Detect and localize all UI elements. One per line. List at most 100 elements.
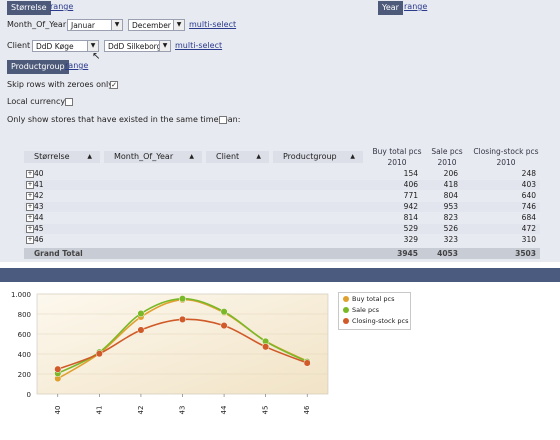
cell-stock: 684 bbox=[521, 213, 536, 222]
cell-stock: 248 bbox=[521, 169, 536, 178]
dropdown-arrow-icon[interactable]: ▼ bbox=[111, 20, 122, 30]
expand-plus-icon[interactable]: + bbox=[26, 203, 34, 211]
measure-year: 2010 bbox=[387, 158, 407, 167]
same-timespan-checkbox[interactable] bbox=[219, 116, 227, 124]
legend-dot-icon bbox=[343, 307, 349, 313]
x-tick-label: 42 bbox=[137, 406, 145, 415]
data-point bbox=[178, 295, 187, 303]
sort-triangle-icon[interactable]: ▲ bbox=[350, 151, 355, 163]
productgroup-range-link[interactable]: range bbox=[65, 60, 88, 72]
row-size: 42 bbox=[34, 191, 44, 200]
dropdown-arrow-icon[interactable]: ▼ bbox=[87, 41, 98, 51]
measure-year: 2010 bbox=[437, 158, 457, 167]
dim-header-storrelse[interactable]: Størrelse ▲ bbox=[24, 151, 100, 163]
cell-sale: 804 bbox=[443, 191, 458, 200]
skip-zero-label: Skip rows with zeroes only: bbox=[7, 80, 116, 89]
month-to-select[interactable]: December ▼ bbox=[128, 19, 185, 31]
filter-panel: Størrelse range Year range Month_Of_Year… bbox=[0, 0, 560, 262]
cell-stock: 472 bbox=[521, 224, 536, 233]
dim-header-productgroup[interactable]: Productgroup ▲ bbox=[273, 151, 363, 163]
row-size: 40 bbox=[34, 169, 44, 178]
productgroup-button[interactable]: Productgroup bbox=[7, 60, 69, 74]
expand-plus-icon[interactable]: + bbox=[26, 214, 34, 222]
table-row: + 43 942 953 746 bbox=[24, 202, 540, 212]
table-row: + 44 814 823 684 bbox=[24, 213, 540, 223]
dropdown-arrow-icon[interactable]: ▼ bbox=[173, 20, 184, 30]
measure-header-stock: Closing-stock pcs 2010 bbox=[472, 146, 540, 168]
x-tick-label: 45 bbox=[262, 406, 270, 415]
cell-buy: 154 bbox=[403, 169, 418, 178]
expand-plus-icon[interactable]: + bbox=[26, 181, 34, 189]
data-point bbox=[220, 308, 228, 316]
cell-stock: 310 bbox=[521, 235, 536, 244]
measure-name: Sale pcs bbox=[431, 147, 463, 156]
legend-dot-icon bbox=[343, 296, 349, 302]
expand-plus-icon[interactable]: + bbox=[26, 236, 34, 244]
dim-header-month[interactable]: Month_Of_Year ▲ bbox=[104, 151, 202, 163]
table-row: + 46 329 323 310 bbox=[24, 235, 540, 245]
legend-dot-icon bbox=[343, 318, 349, 324]
table-row: + 41 406 418 403 bbox=[24, 180, 540, 190]
dim-header-label: Month_Of_Year bbox=[114, 152, 174, 161]
cell-buy: 771 bbox=[403, 191, 418, 200]
local-currency-checkbox[interactable] bbox=[65, 98, 73, 106]
data-point bbox=[137, 310, 145, 318]
measure-name: Closing-stock pcs bbox=[473, 147, 539, 156]
y-tick-label: 600 bbox=[18, 331, 31, 339]
expand-plus-icon[interactable]: + bbox=[26, 192, 34, 200]
table-row: + 40 154 206 248 bbox=[24, 169, 540, 179]
expand-plus-icon[interactable]: + bbox=[26, 225, 34, 233]
table-row: + 42 771 804 640 bbox=[24, 191, 540, 201]
total-stock: 3503 bbox=[515, 249, 536, 258]
data-point bbox=[262, 343, 270, 351]
x-tick-label: 41 bbox=[95, 406, 103, 415]
client-label: Client bbox=[7, 41, 31, 50]
measure-header-sale: Sale pcs 2010 bbox=[426, 146, 468, 168]
skip-zero-checkbox[interactable]: ✓ bbox=[110, 81, 118, 89]
sort-triangle-icon[interactable]: ▲ bbox=[189, 151, 194, 163]
y-tick-label: 0 bbox=[27, 391, 31, 399]
cell-buy: 329 bbox=[403, 235, 418, 244]
cell-sale: 418 bbox=[443, 180, 458, 189]
year-button[interactable]: Year bbox=[378, 1, 403, 15]
dropdown-arrow-icon[interactable]: ▼ bbox=[159, 41, 170, 51]
sort-triangle-icon[interactable]: ▲ bbox=[256, 151, 261, 163]
chart-legend: Buy total pcs Sale pcs Closing-stock pcs bbox=[338, 292, 411, 330]
legend-label: Buy total pcs bbox=[352, 295, 395, 303]
month-from-select[interactable]: Januar ▼ bbox=[67, 19, 123, 31]
dim-header-label: Størrelse bbox=[34, 152, 70, 161]
chart-header-bar bbox=[0, 268, 560, 282]
client-to-value: DdD Silkeborg bbox=[108, 42, 162, 51]
row-size: 45 bbox=[34, 224, 44, 233]
total-buy: 3945 bbox=[397, 249, 418, 258]
table-row: + 45 529 526 472 bbox=[24, 224, 540, 234]
data-point bbox=[178, 315, 187, 323]
same-timespan-label: Only show stores that have existed in th… bbox=[7, 115, 241, 124]
storrelse-range-link[interactable]: range bbox=[50, 1, 73, 13]
month-to-value: December bbox=[132, 21, 171, 30]
sort-triangle-icon[interactable]: ▲ bbox=[87, 151, 92, 163]
cell-stock: 403 bbox=[521, 180, 536, 189]
measure-header-buy: Buy total pcs 2010 bbox=[370, 146, 424, 168]
data-point bbox=[303, 359, 311, 367]
cell-buy: 406 bbox=[403, 180, 418, 189]
cell-buy: 814 bbox=[403, 213, 418, 222]
client-to-select[interactable]: DdD Silkeborg ▼ bbox=[104, 40, 171, 52]
cell-stock: 746 bbox=[521, 202, 536, 211]
client-multiselect-link[interactable]: multi-select bbox=[175, 40, 222, 52]
cell-sale: 323 bbox=[443, 235, 458, 244]
checkmark-icon: ✓ bbox=[111, 81, 117, 89]
legend-item: Closing-stock pcs bbox=[343, 316, 409, 326]
year-range-link[interactable]: range bbox=[404, 1, 427, 13]
data-point bbox=[54, 365, 62, 373]
x-tick-label: 46 bbox=[303, 405, 311, 414]
local-currency-label: Local currency: bbox=[7, 97, 68, 106]
expand-plus-icon[interactable]: + bbox=[26, 170, 34, 178]
cell-sale: 953 bbox=[443, 202, 458, 211]
storrelse-button[interactable]: Størrelse bbox=[7, 1, 51, 15]
row-size: 41 bbox=[34, 180, 44, 189]
month-multiselect-link[interactable]: multi-select bbox=[189, 19, 236, 31]
dim-header-client[interactable]: Client ▲ bbox=[206, 151, 269, 163]
client-from-select[interactable]: DdD Køge ▼ bbox=[32, 40, 99, 52]
legend-item: Buy total pcs bbox=[343, 294, 395, 304]
